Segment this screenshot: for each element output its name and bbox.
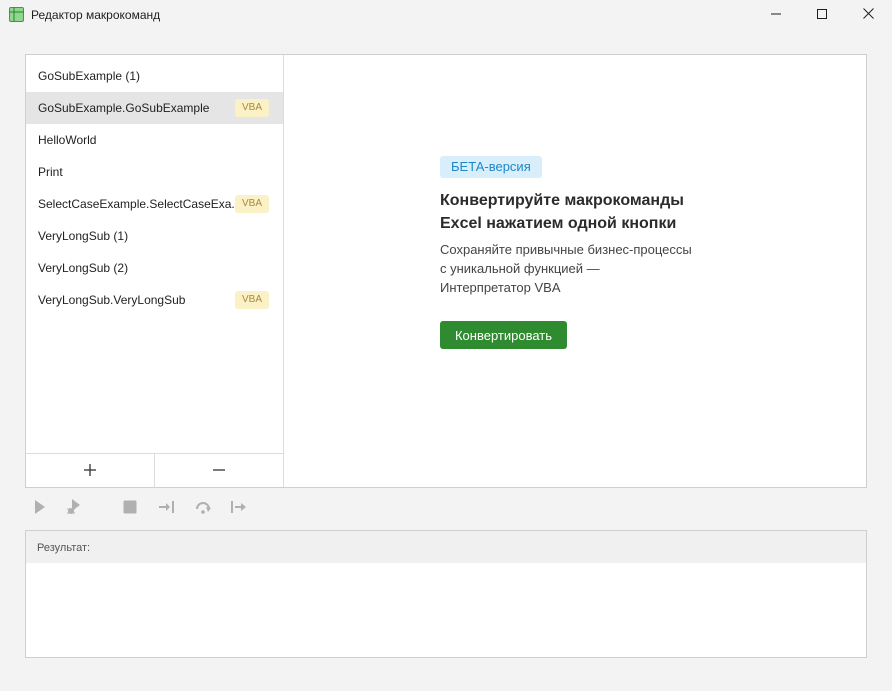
run-button[interactable] xyxy=(26,496,54,520)
step-into-button[interactable] xyxy=(153,496,181,520)
macro-list-item[interactable]: VeryLongSub.VeryLongSub VBA xyxy=(26,284,283,316)
macro-list-item[interactable]: HelloWorld xyxy=(26,124,283,156)
step-out-icon xyxy=(230,499,248,518)
vba-promo-pane: БЕТА-версия Конвертируйте макрокоманды E… xyxy=(284,55,866,487)
macro-name: GoSubExample (1) xyxy=(38,69,141,83)
run-icon xyxy=(33,499,47,518)
macro-name: HelloWorld xyxy=(38,133,97,147)
promo-description: Сохраняйте привычные бизнес-процессы с у… xyxy=(440,240,760,297)
debug-toolbar xyxy=(25,496,275,520)
vba-badge: VBA xyxy=(235,99,269,117)
vba-badge: VBA xyxy=(235,291,269,309)
maximize-button[interactable] xyxy=(799,0,845,30)
plus-icon xyxy=(84,463,96,479)
macro-list-item[interactable]: GoSubExample (1) xyxy=(26,60,283,92)
result-header: Результат: xyxy=(26,531,866,563)
beta-badge: БЕТА-версия xyxy=(440,156,542,178)
macro-name: Print xyxy=(38,165,63,179)
debug-icon xyxy=(65,498,83,519)
step-into-icon xyxy=(158,499,176,518)
editor-panel: GoSubExample (1) GoSubExample.GoSubExampl… xyxy=(25,54,867,488)
promo-text-line1: Сохраняйте привычные бизнес-процессы xyxy=(440,242,692,257)
debug-button[interactable] xyxy=(60,496,88,520)
step-over-button[interactable] xyxy=(189,496,217,520)
macro-list: GoSubExample (1) GoSubExample.GoSubExampl… xyxy=(26,60,283,316)
minimize-button[interactable] xyxy=(753,0,799,30)
macro-list-item[interactable]: Print xyxy=(26,156,283,188)
minus-icon xyxy=(213,464,225,479)
macro-name: GoSubExample.GoSubExample xyxy=(38,101,210,115)
result-panel: Результат: xyxy=(25,530,867,658)
close-button[interactable] xyxy=(845,0,891,30)
close-icon xyxy=(862,8,874,22)
step-over-icon xyxy=(194,499,212,518)
promo-title: Конвертируйте макрокоманды Excel нажатие… xyxy=(440,189,760,235)
promo-title-line2: Excel нажатием одной кнопки xyxy=(440,215,677,232)
macro-list-item[interactable]: GoSubExample.GoSubExample VBA xyxy=(26,92,283,124)
macro-list-pane: GoSubExample (1) GoSubExample.GoSubExampl… xyxy=(26,55,284,488)
macro-name: SelectCaseExample.SelectCaseExa... xyxy=(38,197,242,211)
macro-list-item[interactable]: VeryLongSub (2) xyxy=(26,252,283,284)
promo-text-line3: Интерпретатор VBA xyxy=(440,280,561,295)
maximize-icon xyxy=(817,8,827,22)
macro-name: VeryLongSub (2) xyxy=(38,261,129,275)
macro-name: VeryLongSub.VeryLongSub xyxy=(38,293,186,307)
promo-title-line1: Конвертируйте макрокоманды xyxy=(440,192,684,209)
vba-badge: VBA xyxy=(235,195,269,213)
macro-list-item[interactable]: SelectCaseExample.SelectCaseExa... VBA xyxy=(26,188,283,220)
add-macro-button[interactable] xyxy=(26,454,155,488)
promo-text-line2: с уникальной функцией — xyxy=(440,261,600,276)
title-bar: Редактор макрокоманд xyxy=(0,0,892,30)
step-out-button[interactable] xyxy=(225,496,253,520)
window-title: Редактор макрокоманд xyxy=(31,8,161,22)
stop-icon xyxy=(123,500,137,517)
minimize-icon xyxy=(771,8,781,22)
convert-button[interactable]: Конвертировать xyxy=(440,321,567,349)
remove-macro-button[interactable] xyxy=(155,454,283,488)
macro-list-item[interactable]: VeryLongSub (1) xyxy=(26,220,283,252)
result-output[interactable] xyxy=(37,571,855,649)
macro-list-actions xyxy=(26,453,283,488)
stop-button[interactable] xyxy=(116,496,144,520)
macro-name: VeryLongSub (1) xyxy=(38,229,129,243)
spreadsheet-app-icon xyxy=(9,7,24,22)
result-label: Результат: xyxy=(37,542,91,554)
